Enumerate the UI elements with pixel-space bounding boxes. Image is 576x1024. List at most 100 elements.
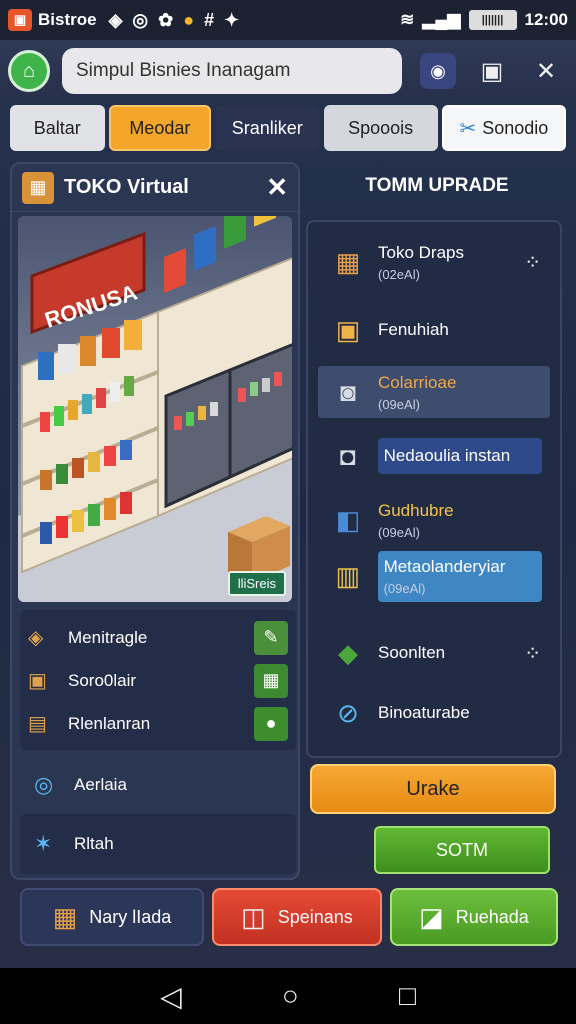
- upgrade-name: Metaolanderyiar: [383, 556, 506, 576]
- tab-label: Baltar: [33, 117, 81, 138]
- upgrade-name: Gudhubre: [378, 500, 454, 520]
- store-shelves-illustration: RONUSA: [18, 216, 292, 602]
- upgrade-button-label: Urake: [406, 777, 460, 800]
- tab-spooois[interactable]: Spooois: [323, 105, 438, 151]
- tab-label: Spooois: [348, 117, 414, 138]
- pin-icon: ✦: [224, 9, 240, 30]
- register-icon: ◧: [335, 504, 361, 535]
- machine-icon: ◙: [340, 376, 356, 407]
- tab-meodar[interactable]: Meodar: [108, 105, 212, 151]
- virtual-store-panel: ▦ TOKO Virtual ✕ RONUSA lliSreis ◈ Menit…: [10, 162, 300, 880]
- tab-label: Sranliker: [231, 117, 303, 138]
- compass-icon: ◎: [34, 772, 54, 797]
- system-navigation-bar: ◁ ○ □: [0, 968, 576, 1024]
- search-field[interactable]: Simpul Bisnies Inanagam: [62, 48, 402, 94]
- settings-row[interactable]: ◎ Aerlaia: [20, 762, 296, 808]
- package-icon: ▤: [28, 713, 47, 735]
- store-tag: lliSreis: [227, 571, 286, 596]
- back-icon[interactable]: ◁: [160, 980, 182, 1013]
- close-button[interactable]: ✕: [528, 53, 564, 89]
- close-panel-button[interactable]: ✕: [266, 172, 288, 203]
- list-item[interactable]: ◈ Menitragle ✎: [28, 616, 288, 659]
- upgrade-name: Fenuhiah: [378, 320, 449, 339]
- store-icon: ⌂: [22, 59, 36, 82]
- upgrade-item[interactable]: ◘ Nedaoulia instan: [318, 428, 550, 484]
- upgrade-panel: TOMM UPRADE ▦ Toko Draps (02eAl) ⁘ ▣ Fen…: [306, 162, 568, 758]
- tab-sranliker[interactable]: Sranliker: [215, 105, 320, 151]
- upgrade-button[interactable]: Urake: [310, 764, 556, 814]
- signal-letters-icon: #: [204, 9, 215, 30]
- list-item-label: Menitragle: [68, 627, 148, 647]
- upgrade-panel-title: TOMM UPRADE: [365, 175, 509, 196]
- tablet-icon: ▣: [480, 57, 504, 85]
- upgrade-name: Toko Draps: [378, 242, 464, 262]
- scale-icon: ◘: [339, 440, 356, 471]
- tab-sonodio[interactable]: ✂ Sonodio: [441, 105, 566, 151]
- chat-button[interactable]: ◉: [420, 53, 456, 89]
- upgrade-item[interactable]: ⊘ Binoaturabe: [318, 688, 550, 738]
- package-icon: ▣: [335, 314, 361, 345]
- chat-icon: ◉: [430, 60, 446, 81]
- bottom-action-bar: ▦ Nary lIada ◫ Speinans ◪ Ruehada: [20, 888, 558, 946]
- tablet-button[interactable]: ▣: [474, 53, 510, 89]
- tab-baltar[interactable]: Baltar: [10, 105, 105, 151]
- crate-icon: ▣: [28, 670, 47, 692]
- action-label: Nary lIada: [89, 906, 172, 927]
- upgrade-item[interactable]: ▦ Toko Draps (02eAl) ⁘: [318, 232, 550, 292]
- chat-notification-icon: ◎: [132, 9, 149, 30]
- clock: 12:00: [524, 10, 568, 29]
- coin-notification-icon: ●: [183, 9, 195, 30]
- store-home-button[interactable]: ⌂: [8, 50, 50, 92]
- close-icon: ✕: [535, 57, 557, 85]
- upgrade-item[interactable]: ◙ Colarrioae (09eAl): [318, 366, 550, 418]
- upgrade-sub: (09eAl): [383, 580, 426, 596]
- star-icon: ✶: [34, 831, 53, 856]
- battery-icon: |||||||: [468, 10, 517, 30]
- compass-icon: ⊘: [337, 697, 359, 728]
- gift-icon: ◪: [419, 901, 444, 932]
- tab-bar: Baltar Meodar Sranliker Spooois ✂ Sonodio: [10, 105, 566, 151]
- search-text: Simpul Bisnies Inanagam: [76, 60, 291, 81]
- list-item[interactable]: ▤ Rlenlanran ●: [28, 702, 288, 745]
- item-thumbnail-icon: ✎: [254, 620, 288, 655]
- bag-icon: ◫: [241, 901, 266, 932]
- row-label: Rltah: [74, 834, 114, 853]
- list-item[interactable]: ▣ Soro0lair ▦: [28, 659, 288, 702]
- row-label: Aerlaia: [74, 775, 127, 794]
- status-bar: ▣ Bistroe ◈ ◎ ✿ ● # ✦ ≋ ▂▄▆ ||||||| 12:0…: [0, 0, 576, 40]
- rewards-button[interactable]: ◪ Ruehada: [390, 888, 558, 946]
- action-label: Ruehada: [455, 906, 529, 927]
- grid-menu-icon[interactable]: ⁘: [524, 641, 542, 666]
- recents-icon[interactable]: □: [399, 980, 416, 1012]
- wifi-icon: ≋: [400, 10, 415, 29]
- upgrade-sub: (09eAl): [378, 396, 420, 412]
- tab-label: Sonodio: [482, 117, 549, 138]
- inventory-list: ◈ Menitragle ✎ ▣ Soro0lair ▦ ▤ Rlenlanra…: [20, 610, 296, 750]
- upgrade-item[interactable]: ▥ Metaolanderyiar (09eAl): [318, 548, 550, 604]
- inventory-button[interactable]: ▦ Nary lIada: [20, 888, 204, 946]
- upgrade-item[interactable]: ◆ Soonlten ⁘: [318, 628, 550, 678]
- upgrade-name: Soonlten: [378, 643, 446, 662]
- notification-icon: ◈: [108, 9, 123, 30]
- tools-icon: ✂: [459, 117, 477, 140]
- box-icon: ▦: [22, 171, 54, 204]
- list-item-label: Rlenlanran: [68, 713, 151, 733]
- upgrade-item[interactable]: ▣ Fenuhiah: [318, 300, 550, 360]
- confirm-button[interactable]: SOTM: [374, 826, 550, 874]
- upgrade-name: Colarrioae: [378, 372, 457, 392]
- specials-button[interactable]: ◫ Speinans: [212, 888, 382, 946]
- box-icon: ▦: [52, 901, 78, 932]
- green-cube-icon: ◆: [338, 637, 358, 668]
- action-label: Speinans: [277, 906, 353, 927]
- favorites-row[interactable]: ✶ Rltah: [20, 814, 296, 874]
- grid-menu-icon[interactable]: ⁘: [524, 250, 542, 275]
- upgrade-sub: (09eAl): [378, 524, 420, 540]
- status-app-label: Bistroe: [38, 10, 97, 29]
- upgrade-item[interactable]: ◧ Gudhubre (09eAl): [318, 492, 550, 548]
- upgrade-list: ▦ Toko Draps (02eAl) ⁘ ▣ Fenuhiah ◙ Cola…: [306, 220, 562, 758]
- panel-header: ▦ TOKO Virtual ✕: [12, 164, 298, 212]
- terminal-icon: ▥: [335, 560, 361, 591]
- upgrade-sub: (02eAl): [378, 266, 420, 282]
- game-notification-icon: ✿: [158, 9, 174, 30]
- home-icon[interactable]: ○: [282, 980, 299, 1012]
